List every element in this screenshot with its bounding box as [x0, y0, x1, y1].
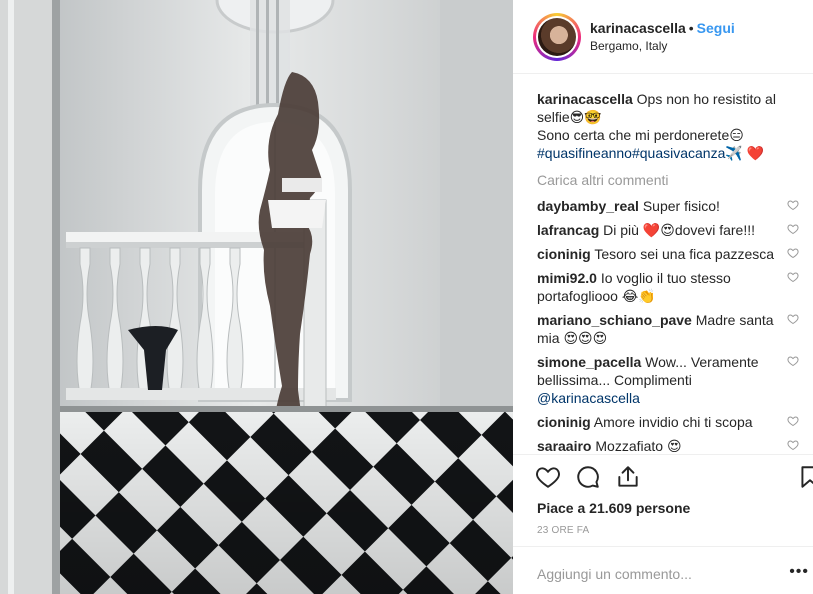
post-photo[interactable] — [0, 0, 513, 594]
comment-like-heart-icon[interactable] — [787, 439, 799, 451]
avatar-story-ring[interactable] — [533, 13, 581, 61]
caption-hashtags[interactable]: #quasifineanno#quasivacanza — [537, 145, 725, 161]
comment-text: Super fisico! — [642, 198, 720, 214]
comment-item: daybamby_real Super fisico! — [537, 197, 805, 215]
load-more-comments-button[interactable]: Carica altri commenti — [537, 172, 805, 188]
follow-button[interactable]: Segui — [697, 20, 735, 36]
comment-username[interactable]: cioninig — [537, 246, 591, 262]
likes-count[interactable]: Piace a 21.609 persone — [537, 500, 690, 516]
caption-text-line2: Sono certa che mi perdonerete😑 — [537, 127, 744, 143]
bookmark-icon[interactable] — [797, 464, 813, 490]
post-caption: karinacascella Ops non ho resistito al s… — [537, 90, 805, 162]
comment-username[interactable]: daybamby_real — [537, 198, 639, 214]
post-actions: Piace a 21.609 persone 23 ORE FA — [513, 454, 813, 536]
comment-username[interactable]: cioninig — [537, 414, 591, 430]
comment-like-heart-icon[interactable] — [787, 271, 799, 283]
comment-item: mariano_schiano_pave Madre santa mia 😍😍😍 — [537, 311, 805, 347]
comment-username[interactable]: mimi92.0 — [537, 270, 597, 286]
header-username-row: karinacascella • Segui — [590, 20, 735, 36]
avatar[interactable] — [538, 18, 576, 56]
comment-text: Amore invidio chi ti scopa — [593, 414, 753, 430]
comment-like-heart-icon[interactable] — [787, 199, 799, 211]
comment-item: cioninig Tesoro sei una fica pazzesca — [537, 245, 805, 263]
comment-username[interactable]: simone_pacella — [537, 354, 641, 370]
add-comment-input[interactable]: Aggiungi un commento... — [537, 566, 692, 582]
location-link[interactable]: Bergamo, Italy — [590, 39, 667, 53]
add-comment-bar: Aggiungi un commento... ••• — [513, 546, 813, 594]
post-header: karinacascella • Segui Bergamo, Italy — [513, 0, 813, 74]
comment-username[interactable]: lafrancag — [537, 222, 599, 238]
comment-item: simone_pacella Wow... Veramente bellissi… — [537, 353, 805, 407]
comments-list[interactable]: karinacascella Ops non ho resistito al s… — [537, 90, 805, 454]
heart-outline-icon[interactable] — [535, 464, 561, 490]
speech-bubble-icon[interactable] — [575, 464, 601, 490]
comment-like-heart-icon[interactable] — [787, 415, 799, 427]
comment-item: saraairo Mozzafiato 😍 — [537, 437, 805, 454]
caption-emoji: ✈️ ❤️ — [725, 145, 765, 161]
caption-username[interactable]: karinacascella — [537, 91, 633, 107]
more-options-icon[interactable]: ••• — [789, 563, 809, 581]
comment-item: lafrancag Di più ❤️😍dovevi fare!!! — [537, 221, 805, 239]
comment-item: mimi92.0 Io voglio il tuo stesso portafo… — [537, 269, 805, 305]
comment-username[interactable]: mariano_schiano_pave — [537, 312, 692, 328]
comment-like-heart-icon[interactable] — [787, 247, 799, 259]
header-username-link[interactable]: karinacascella — [590, 20, 686, 36]
comment-like-heart-icon[interactable] — [787, 223, 799, 235]
comment-like-heart-icon[interactable] — [787, 313, 799, 325]
comment-username[interactable]: saraairo — [537, 438, 591, 454]
comment-item: cioninig Amore invidio chi ti scopa — [537, 413, 805, 431]
share-upload-icon[interactable] — [615, 464, 641, 490]
comment-mention-link[interactable]: @karinacascella — [537, 390, 640, 406]
comment-text: Di più ❤️😍dovevi fare!!! — [603, 222, 756, 238]
post-sidebar: karinacascella • Segui Bergamo, Italy kari… — [513, 0, 813, 594]
comment-text: Mozzafiato 😍 — [595, 438, 682, 454]
separator-dot: • — [688, 20, 694, 36]
post-timestamp[interactable]: 23 ORE FA — [537, 525, 589, 536]
comment-text: Tesoro sei una fica pazzesca — [594, 246, 775, 262]
comment-like-heart-icon[interactable] — [787, 355, 799, 367]
